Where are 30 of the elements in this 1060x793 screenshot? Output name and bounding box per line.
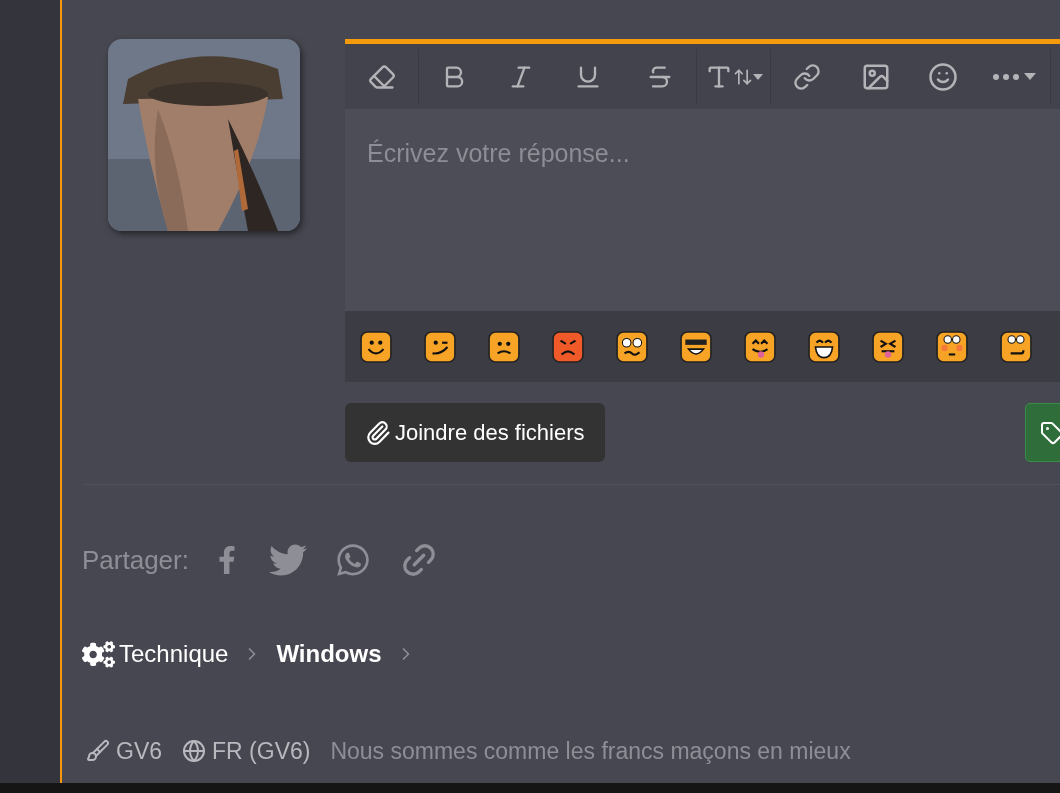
smiley-icon[interactable] bbox=[1000, 330, 1032, 363]
paperclip-icon bbox=[365, 419, 391, 446]
whatsapp-icon[interactable] bbox=[334, 542, 371, 578]
breadcrumb-link[interactable]: Windows bbox=[276, 636, 382, 672]
smiley-icon[interactable] bbox=[616, 330, 648, 363]
smile-icon bbox=[928, 61, 958, 92]
more-icon bbox=[992, 71, 1020, 82]
reply-field[interactable]: Écrivez votre réponse... bbox=[345, 109, 1060, 311]
tagline: Nous sommes comme les francs maçons en mieux bbox=[330, 737, 851, 766]
submit-button[interactable] bbox=[1025, 403, 1060, 462]
smiley-icon[interactable] bbox=[872, 330, 904, 363]
caret-icon bbox=[1024, 73, 1036, 80]
smiley-icon[interactable] bbox=[936, 330, 968, 363]
eraser-icon bbox=[367, 62, 396, 91]
breadcrumb-link[interactable]: Technique bbox=[119, 636, 229, 672]
attach-files-button[interactable]: Joindre des fichiers bbox=[345, 403, 605, 462]
share-label: Partager: bbox=[82, 543, 189, 577]
smiley-icon[interactable] bbox=[488, 330, 520, 363]
smiley-icon[interactable] bbox=[424, 330, 456, 363]
smiley-icon[interactable] bbox=[744, 330, 776, 363]
smiley-icon[interactable] bbox=[360, 330, 392, 363]
language-link[interactable]: FR (GV6) bbox=[182, 734, 311, 769]
style-link[interactable]: GV6 bbox=[86, 734, 163, 769]
smiley-icon[interactable] bbox=[808, 330, 840, 363]
link-icon bbox=[793, 62, 821, 91]
brush-icon bbox=[86, 739, 110, 764]
tag-icon bbox=[1040, 420, 1060, 445]
globe-icon bbox=[182, 739, 207, 764]
caret-icon bbox=[752, 73, 763, 80]
smiley-icon[interactable] bbox=[680, 330, 712, 363]
